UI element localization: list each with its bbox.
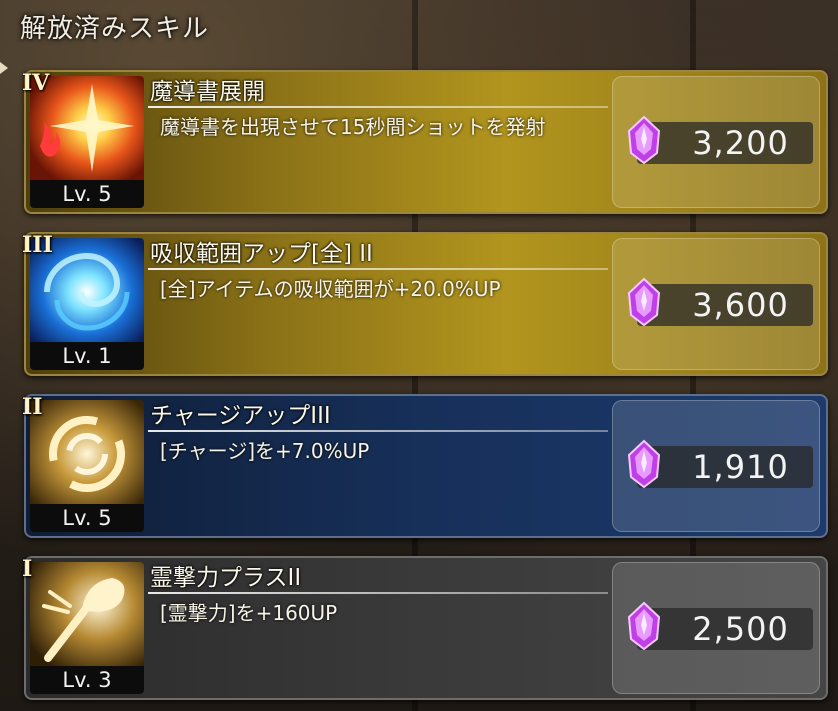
price-button[interactable]: 1,910 xyxy=(612,400,820,532)
price-button[interactable]: 3,600 xyxy=(612,238,820,370)
skill-rank: III xyxy=(22,232,53,258)
skill-card-i[interactable]: Lv. 3 I 霊撃力プラスII [霊撃力]を+160UP 2,500 xyxy=(22,556,828,700)
charge-swirl-icon xyxy=(30,400,144,508)
skill-level: Lv. 5 xyxy=(30,504,144,532)
skill-description: [全]アイテムの吸収範囲が+20.0%UP xyxy=(160,277,501,301)
gem-icon xyxy=(627,115,661,165)
skill-rank: I xyxy=(22,556,33,582)
skill-rank: II xyxy=(22,394,43,420)
skill-card-ii[interactable]: Lv. 5 II チャージアップIII [チャージ]を+7.0%UP 1,910 xyxy=(22,394,828,538)
skill-icon-box: Lv. 3 xyxy=(30,562,144,694)
skill-level: Lv. 1 xyxy=(30,342,144,370)
skill-name: 魔導書展開 xyxy=(150,79,265,105)
skill-icon-box: Lv. 5 xyxy=(30,400,144,532)
gem-icon xyxy=(627,439,661,489)
price-value: 3,200 xyxy=(692,124,789,162)
skill-name: 吸収範囲アップ[全] II xyxy=(150,241,373,267)
skill-level: Lv. 5 xyxy=(30,180,144,208)
divider xyxy=(148,592,608,594)
gem-icon xyxy=(627,601,661,651)
skill-description: [霊撃力]を+160UP xyxy=(160,601,338,625)
skill-card-iv[interactable]: Lv. 5 IV 魔導書展開 魔導書を出現させて15秒間ショットを発射 3,20… xyxy=(22,70,828,214)
price-value: 2,500 xyxy=(692,610,789,648)
skill-description: [チャージ]を+7.0%UP xyxy=(160,439,370,463)
price-value: 1,910 xyxy=(692,448,789,486)
screen-title: 解放済みスキル xyxy=(20,14,210,44)
skill-description: 魔導書を出現させて15秒間ショットを発射 xyxy=(160,115,546,139)
divider xyxy=(148,268,608,270)
gem-icon xyxy=(627,277,661,327)
skill-level: Lv. 3 xyxy=(30,666,144,694)
skill-card-iii[interactable]: Lv. 1 III 吸収範囲アップ[全] II [全]アイテムの吸収範囲が+20… xyxy=(22,232,828,376)
divider xyxy=(148,430,608,432)
price-value: 3,600 xyxy=(692,286,789,324)
price-button[interactable]: 3,200 xyxy=(612,76,820,208)
scroll-indicator xyxy=(0,62,8,74)
skill-name: 霊撃力プラスII xyxy=(150,565,302,591)
skill-rank: IV xyxy=(22,70,50,96)
skill-name: チャージアップIII xyxy=(150,403,331,429)
divider xyxy=(148,106,608,108)
spirit-strike-icon xyxy=(30,562,144,670)
price-button[interactable]: 2,500 xyxy=(612,562,820,694)
